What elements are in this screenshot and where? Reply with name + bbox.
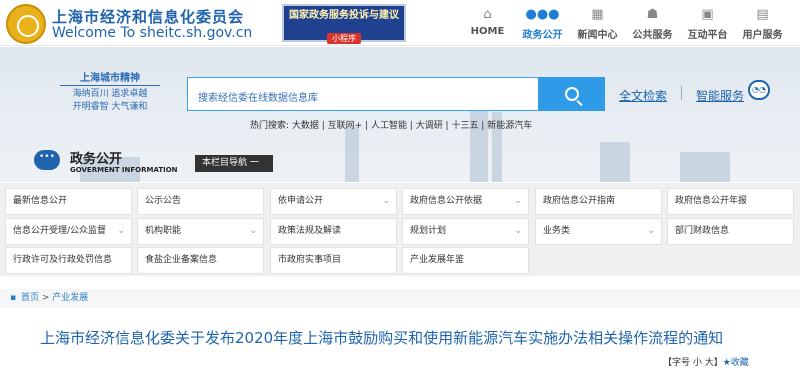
column-nav-toggle[interactable]: 本栏目导航 一 — [195, 155, 273, 172]
chevron-down-icon: ⌄ — [514, 226, 522, 236]
site-header: 上海市经济和信息化委员会 Welcome To sheitc.sh.gov.cn… — [0, 0, 800, 46]
grid-item[interactable]: 产业发展年鉴 — [402, 247, 529, 274]
nav-gov-info[interactable]: ●●● 政务公开 — [515, 0, 570, 46]
section-title: 政务公开 — [70, 152, 123, 167]
article-tools: 【字号 小 大】★收藏 — [663, 355, 749, 368]
grid-item[interactable]: 行政许可及行政处罚信息 — [5, 247, 132, 274]
grid-item[interactable]: 业务类 ⌄ — [535, 218, 662, 245]
city-spirit: 上海城市精神 海纳百川 追求卓越 开明睿智 大气谦和 — [60, 72, 160, 114]
fulltext-search-link[interactable]: 全文检索 — [619, 87, 667, 104]
chevron-down-icon: ⌄ — [647, 226, 655, 236]
grid-item[interactable]: 公示公告 — [137, 188, 264, 215]
news-icon: ▦ — [591, 7, 604, 22]
smart-service-link[interactable]: 智能服务 — [696, 87, 744, 104]
divider — [681, 86, 682, 100]
nav-user-service[interactable]: ▤ 用户服务 — [735, 0, 790, 46]
robot-icon[interactable]: ◔◔ — [748, 80, 770, 100]
nav-interaction[interactable]: ▣ 互动平台 — [680, 0, 735, 46]
category-grid: 最新信息公开 公示公告 依申请公开 ⌄ 政府信息公开依据 ⌄ 政府信息公开指南 政府… — [0, 183, 800, 276]
grid-item[interactable]: 机构职能 ⌄ — [137, 218, 264, 245]
grid-item[interactable]: 政策法规及解读 — [270, 218, 397, 245]
grid-item[interactable]: 部门财政信息 — [667, 218, 794, 245]
breadcrumb-separator: > — [41, 293, 50, 303]
hot-search[interactable]: 热门搜索: 大数据 | 互联网+ | 人工智能 | 大调研 | 十三五 | 新能… — [250, 118, 532, 131]
article-title: 上海市经济信息化委关于发布2020年度上海市鼓励购买和使用新能源汽车实施办法相关… — [40, 329, 724, 347]
grid-item[interactable]: 食盐企业备案信息 — [137, 247, 264, 274]
font-size-controls[interactable]: 【字号 小 大】 — [663, 358, 723, 368]
breadcrumb-current[interactable]: 产业发展 — [52, 293, 88, 303]
chevron-down-icon: ⌄ — [382, 196, 390, 206]
building-shape — [600, 142, 630, 182]
grid-icon: ▣ — [701, 7, 714, 22]
nav-home[interactable]: ⌂ HOME — [460, 0, 515, 46]
grid-item[interactable]: 政府信息公开指南 — [535, 188, 662, 215]
building-shape — [345, 127, 359, 182]
main-nav: ⌂ HOME ●●● 政务公开 ▦ 新闻中心 ☗ 公共服务 ▣ 互动平台 ▤ 用户服务 — [460, 0, 790, 46]
grid-item[interactable]: 信息公开受理/公众监督 ⌄ — [5, 218, 132, 245]
user-icon: ▤ — [756, 7, 769, 22]
nav-news[interactable]: ▦ 新闻中心 — [570, 0, 625, 46]
grid-item[interactable]: 规划计划 ⌄ — [402, 218, 529, 245]
people-icon: ☗ — [646, 7, 659, 22]
banner-sub: 小程序 — [327, 33, 361, 44]
chat-icon: ●●● — [525, 7, 560, 22]
search-button[interactable] — [539, 77, 605, 111]
home-icon: ▪ — [10, 293, 17, 303]
chevron-down-icon: ⌄ — [514, 196, 522, 206]
search-icon — [565, 87, 579, 101]
site-name-en[interactable]: Welcome To sheitc.sh.gov.cn — [52, 25, 252, 41]
nav-public-service[interactable]: ☗ 公共服务 — [625, 0, 680, 46]
search-input[interactable]: 搜索经信委在线数据信息库 — [187, 77, 539, 111]
home-icon: ⌂ — [483, 7, 492, 22]
site-logo[interactable] — [6, 4, 46, 44]
favorite-button[interactable]: ★收藏 — [723, 358, 749, 368]
grid-item[interactable]: 政府信息公开年报 — [667, 188, 794, 215]
grid-item[interactable]: 市政府实事项目 — [270, 247, 397, 274]
grid-item[interactable]: 政府信息公开依据 ⌄ — [402, 188, 529, 215]
banner-title: 国家政务服务投诉与建议 — [289, 10, 399, 21]
building-shape — [680, 152, 730, 182]
breadcrumb-home[interactable]: 首页 — [21, 293, 39, 303]
breadcrumb: ▪ 首页 > 产业发展 — [0, 289, 800, 308]
grid-item[interactable]: 最新信息公开 — [5, 188, 132, 215]
site-name-cn[interactable]: 上海市经济和信息化委员会 — [52, 6, 244, 27]
complaint-banner[interactable]: 国家政务服务投诉与建议 小程序 — [282, 4, 406, 44]
chevron-down-icon: ⌄ — [249, 226, 257, 236]
grid-item[interactable]: 依申请公开 ⌄ — [270, 188, 397, 215]
chat-bubble-icon — [34, 150, 60, 170]
chevron-down-icon: ⌄ — [117, 226, 125, 236]
section-title-en: GOVERMENT INFORMATION — [70, 166, 178, 174]
